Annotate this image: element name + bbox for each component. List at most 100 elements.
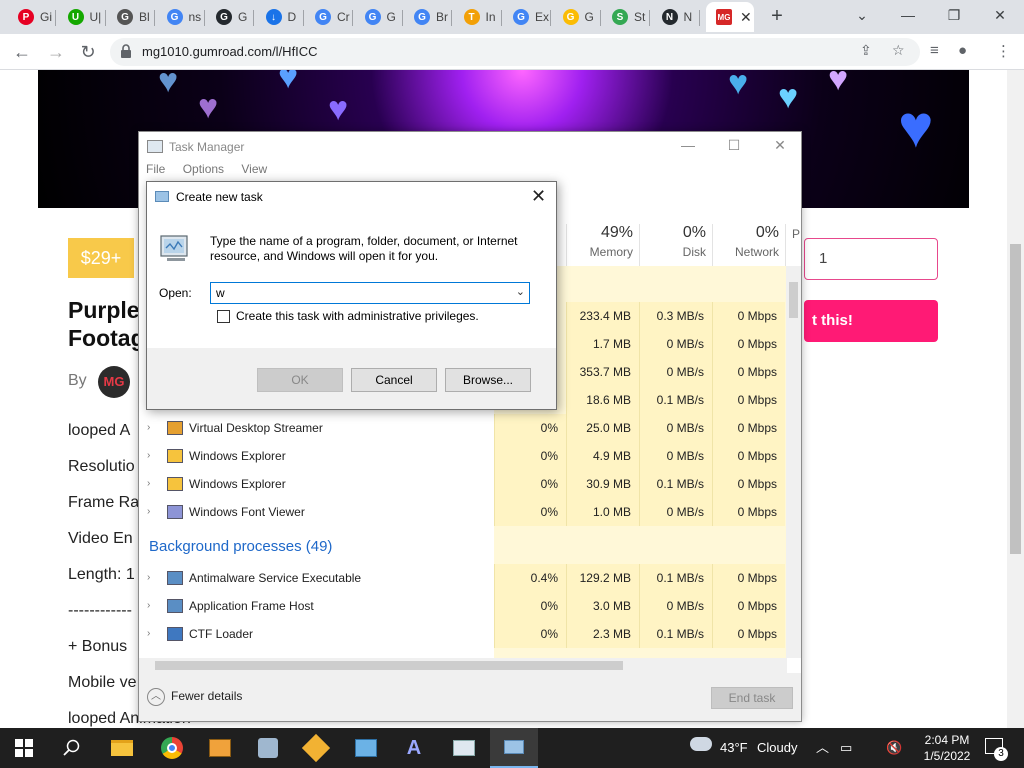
menu-view[interactable]: View bbox=[241, 162, 267, 176]
taskbar-app-6[interactable] bbox=[292, 728, 340, 768]
taskbar-run-dialog[interactable] bbox=[490, 728, 538, 768]
column-header-disk[interactable]: 0% Disk bbox=[639, 224, 712, 266]
browser-tab[interactable]: G Ex bbox=[503, 2, 551, 32]
expand-chevron-icon[interactable]: › bbox=[147, 600, 150, 611]
expand-chevron-icon[interactable]: › bbox=[147, 450, 150, 461]
browser-tab[interactable]: U U| bbox=[58, 2, 106, 32]
speaker-muted-icon[interactable]: 🔇 bbox=[886, 728, 902, 768]
open-combobox[interactable]: w ⌄ bbox=[210, 282, 530, 304]
weather-cloud-icon[interactable] bbox=[690, 737, 712, 751]
page-scrollbar[interactable] bbox=[1007, 70, 1024, 728]
clock-time: 2:04 PM bbox=[924, 733, 970, 747]
system-clock[interactable]: 2:04 PM 1/5/2022 bbox=[912, 732, 982, 764]
expand-chevron-icon[interactable]: › bbox=[147, 478, 150, 489]
dialog-titlebar[interactable]: Create new task ✕ bbox=[147, 182, 556, 212]
fewer-details-button[interactable]: ︿ Fewer details bbox=[147, 688, 242, 706]
process-row[interactable]: › Windows Explorer 0% 30.9 MB 0.1 MB/s 0 Mbps bbox=[139, 470, 787, 498]
end-task-button[interactable]: End task bbox=[711, 687, 793, 709]
quantity-input[interactable]: 1 bbox=[804, 238, 938, 280]
expand-chevron-icon[interactable]: › bbox=[147, 506, 150, 517]
browser-tab[interactable]: G Br bbox=[404, 2, 452, 32]
start-button[interactable] bbox=[0, 728, 48, 768]
close-icon[interactable]: ✕ bbox=[765, 137, 795, 154]
minimize-icon[interactable]: — bbox=[894, 4, 922, 28]
taskbar-file-explorer[interactable] bbox=[98, 728, 146, 768]
reload-icon[interactable]: ↻ bbox=[76, 40, 100, 64]
creator-avatar[interactable]: MG bbox=[98, 366, 130, 398]
process-disk-cell: 0.1 MB/s bbox=[639, 564, 712, 592]
browser-tab[interactable]: ↓ D bbox=[256, 2, 304, 32]
taskbar-app-5[interactable] bbox=[244, 728, 292, 768]
close-window-icon[interactable]: ✕ bbox=[986, 4, 1014, 28]
browser-tab[interactable]: G Bl bbox=[107, 2, 155, 32]
task-manager-titlebar[interactable]: Task Manager — ☐ ✕ bbox=[139, 132, 801, 162]
admin-privileges-checkbox[interactable]: Create this task with administrative pri… bbox=[217, 309, 479, 324]
process-row[interactable]: › Antimalware Service Executable 0.4% 129.2… bbox=[139, 564, 787, 592]
google-photos-icon: G bbox=[562, 9, 579, 25]
process-row[interactable]: › CTF Loader 0% 2.3 MB 0.1 MB/s 0 Mbps bbox=[139, 620, 787, 648]
taskbar-app-7[interactable] bbox=[342, 728, 390, 768]
taskbar-chrome[interactable] bbox=[148, 728, 196, 768]
tab-search-icon[interactable]: ⌄ bbox=[848, 4, 876, 28]
browse-button[interactable]: Browse... bbox=[445, 368, 531, 392]
share-icon[interactable]: ⇪ bbox=[860, 42, 872, 59]
browser-tab[interactable]: Gns bbox=[157, 2, 205, 32]
restore-icon[interactable]: ❐ bbox=[940, 4, 968, 28]
media-control-icon[interactable]: ≡ bbox=[930, 42, 939, 59]
search-button[interactable] bbox=[48, 728, 96, 768]
expand-chevron-icon[interactable]: › bbox=[147, 572, 150, 583]
taskbar-app-4[interactable] bbox=[196, 728, 244, 768]
tab-title: N bbox=[683, 10, 693, 24]
menu-kebab-icon[interactable]: ⋮ bbox=[996, 42, 1011, 60]
minimize-icon[interactable]: — bbox=[673, 137, 703, 153]
menu-file[interactable]: File bbox=[146, 162, 165, 176]
new-tab-button[interactable]: + bbox=[766, 6, 788, 28]
process-cpu-cell: 0% bbox=[494, 498, 566, 526]
browser-tab[interactable]: G Cr bbox=[305, 2, 353, 32]
maximize-icon[interactable]: ☐ bbox=[719, 137, 749, 154]
forward-icon[interactable]: → bbox=[44, 40, 68, 64]
back-icon[interactable]: ← bbox=[10, 40, 34, 64]
process-row[interactable]: › Windows Font Viewer 0% 1.0 MB 0 MB/s 0 Mbps bbox=[139, 498, 787, 526]
process-list-vscrollbar[interactable] bbox=[786, 266, 801, 658]
disk-label: Disk bbox=[682, 245, 706, 259]
browser-tab[interactable]: GG bbox=[355, 2, 403, 32]
taskbar-task-manager[interactable] bbox=[440, 728, 488, 768]
browser-tab[interactable]: GG bbox=[553, 2, 601, 32]
weather-temperature[interactable]: 43°F bbox=[720, 728, 748, 768]
chevron-down-icon[interactable]: ⌄ bbox=[516, 285, 525, 298]
tab-separator bbox=[253, 10, 254, 26]
close-tab-icon[interactable]: ✕ bbox=[740, 9, 752, 26]
tray-chevron-up-icon[interactable]: ︿ bbox=[816, 728, 829, 768]
background-processes-header[interactable]: Background processes (49) bbox=[149, 538, 332, 555]
browser-tab[interactable]: S St bbox=[602, 2, 650, 32]
close-icon[interactable]: ✕ bbox=[531, 186, 546, 207]
active-tab[interactable]: MG ✕ bbox=[706, 2, 754, 32]
browser-tab[interactable]: GG bbox=[206, 2, 254, 32]
profile-icon[interactable]: ● bbox=[958, 42, 967, 59]
cancel-button[interactable]: Cancel bbox=[351, 368, 437, 392]
expand-chevron-icon[interactable]: › bbox=[147, 628, 150, 639]
column-header-network[interactable]: 0% Network bbox=[712, 224, 785, 266]
expand-chevron-icon[interactable]: › bbox=[147, 422, 150, 433]
weather-condition[interactable]: Cloudy bbox=[757, 728, 797, 768]
taskbar-font-viewer[interactable]: A bbox=[390, 728, 438, 768]
ok-button[interactable]: OK bbox=[257, 368, 343, 392]
menu-options[interactable]: Options bbox=[183, 162, 224, 176]
process-row[interactable]: › Windows Explorer 0% 4.9 MB 0 MB/s 0 Mbps bbox=[139, 442, 787, 470]
bookmark-star-icon[interactable]: ☆ bbox=[892, 42, 905, 59]
process-row[interactable]: › Application Frame Host 0% 3.0 MB 0 MB/s 0 M… bbox=[139, 592, 787, 620]
open-input-value[interactable]: w bbox=[216, 286, 225, 300]
process-list-hscrollbar[interactable] bbox=[139, 658, 787, 673]
tab-separator bbox=[599, 10, 601, 26]
column-header-power[interactable]: P bbox=[785, 224, 801, 266]
process-name: CTF Loader bbox=[189, 627, 254, 641]
browser-tab[interactable]: NN bbox=[652, 2, 700, 32]
buy-button[interactable]: t this! bbox=[804, 300, 938, 342]
network-icon[interactable]: ▭ bbox=[840, 728, 852, 768]
browser-tab[interactable]: T In bbox=[454, 2, 502, 32]
process-row[interactable]: › Virtual Desktop Streamer 0% 25.0 MB 0 MB/s… bbox=[139, 414, 787, 442]
column-header-memory[interactable]: 49% Memory bbox=[566, 224, 639, 266]
address-bar[interactable]: mg1010.gumroad.com/l/HfICC ⇪ ☆ bbox=[110, 38, 920, 66]
browser-tab[interactable]: P Gi bbox=[8, 2, 56, 32]
